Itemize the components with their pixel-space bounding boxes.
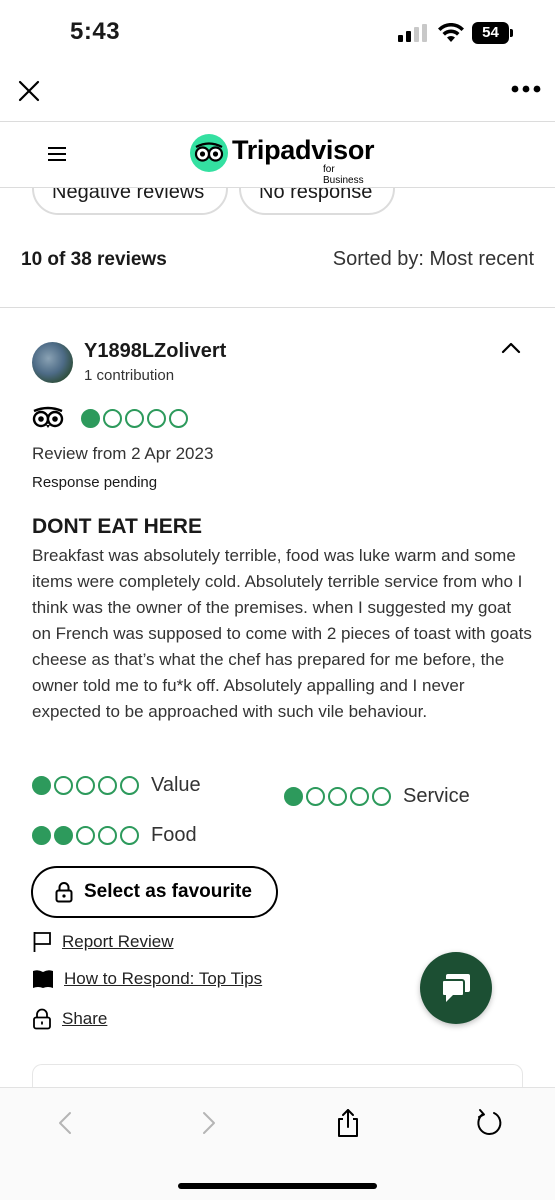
rating-bubble-empty xyxy=(120,776,139,795)
how-to-respond-label: How to Respond: Top Tips xyxy=(64,969,263,988)
reload-icon[interactable] xyxy=(474,1108,504,1138)
status-time: 5:43 xyxy=(70,18,121,45)
share-label: Share xyxy=(62,1009,108,1028)
reviewer-name[interactable]: Y1898LZolivert xyxy=(84,340,226,363)
chat-icon xyxy=(441,974,470,1002)
owl-icon xyxy=(32,406,64,428)
rating-bubble-empty xyxy=(328,787,347,806)
rating-value: Value xyxy=(32,774,201,797)
share-link[interactable]: Share xyxy=(32,1008,107,1030)
food-bubbles xyxy=(32,826,139,845)
contribution-count: 1 contribution xyxy=(84,367,175,384)
home-indicator xyxy=(178,1183,377,1189)
rating-bubble-empty xyxy=(98,776,117,795)
review-count: 10 of 38 reviews xyxy=(21,249,167,270)
rating-bubble-empty xyxy=(147,409,166,428)
chat-button[interactable] xyxy=(420,952,492,1024)
rating-bubble-filled xyxy=(32,826,51,845)
app-header: Tripadvisor for Business xyxy=(0,122,555,188)
hamburger-icon[interactable] xyxy=(44,144,70,164)
share-icon[interactable] xyxy=(333,1108,363,1138)
rating-bubble-empty xyxy=(350,787,369,806)
sort-selector[interactable]: Sorted by: Most recent xyxy=(333,248,534,271)
rating-bubble-empty xyxy=(54,776,73,795)
select-favourite-button[interactable]: Select as favourite xyxy=(31,866,278,918)
battery-tip xyxy=(510,29,513,37)
rating-bubble-filled xyxy=(284,787,303,806)
rating-bubble-empty xyxy=(372,787,391,806)
review-title: DONT EAT HERE xyxy=(32,515,202,538)
more-icon[interactable] xyxy=(510,84,542,94)
service-bubbles xyxy=(284,787,391,806)
lock-icon xyxy=(33,1008,51,1030)
forward-icon[interactable] xyxy=(192,1108,222,1138)
response-status: Response pending xyxy=(32,474,158,491)
rating-bubble-empty xyxy=(120,826,139,845)
battery-level: 54 xyxy=(472,22,509,44)
browser-header xyxy=(0,66,555,122)
flag-icon xyxy=(33,932,51,952)
logo-subtitle: for Business xyxy=(323,164,364,186)
review-date: Review from 2 Apr 2023 xyxy=(32,444,214,463)
logo-name: Tripadvisor xyxy=(232,135,375,165)
review-count-row: 10 of 38 reviews Sorted by: Most recent xyxy=(0,245,555,279)
rating-bubble-empty xyxy=(103,409,122,428)
chevron-up-icon[interactable] xyxy=(500,340,522,356)
rating-bubble-empty xyxy=(125,409,144,428)
report-review-label: Report Review xyxy=(62,932,174,951)
battery-indicator: 54 xyxy=(472,22,514,44)
avatar[interactable] xyxy=(32,342,73,383)
lock-icon xyxy=(55,882,73,903)
divider xyxy=(0,307,555,308)
overall-rating-bubbles xyxy=(81,409,188,428)
value-bubbles xyxy=(32,776,139,795)
close-icon[interactable] xyxy=(14,76,44,106)
rating-food: Food xyxy=(32,824,197,847)
how-to-respond-link[interactable]: How to Respond: Top Tips xyxy=(32,969,262,989)
rating-service-label: Service xyxy=(403,785,470,807)
rating-value-label: Value xyxy=(151,774,201,796)
status-bar: 5:43 54 xyxy=(0,0,555,66)
wifi-icon xyxy=(438,23,464,42)
rating-bubble-empty xyxy=(76,776,95,795)
rating-bubble-empty xyxy=(169,409,188,428)
select-favourite-label: Select as favourite xyxy=(84,881,252,902)
logo-owl-icon xyxy=(190,134,228,172)
rating-bubble-empty xyxy=(76,826,95,845)
report-review-link[interactable]: Report Review xyxy=(32,931,174,953)
rating-bubble-empty xyxy=(306,787,325,806)
rating-service: Service xyxy=(284,785,470,808)
browser-toolbar xyxy=(0,1087,555,1200)
tripadvisor-logo[interactable]: Tripadvisor for Business xyxy=(190,134,375,186)
rating-bubble-empty xyxy=(98,826,117,845)
review-body: Breakfast was absolutely terrible, food … xyxy=(32,546,532,721)
back-icon[interactable] xyxy=(52,1108,82,1138)
signal-icon xyxy=(398,24,427,42)
rating-bubble-filled xyxy=(32,776,51,795)
rating-bubble-filled xyxy=(81,409,100,428)
rating-bubble-filled xyxy=(54,826,73,845)
book-icon xyxy=(33,970,53,988)
rating-food-label: Food xyxy=(151,824,197,846)
